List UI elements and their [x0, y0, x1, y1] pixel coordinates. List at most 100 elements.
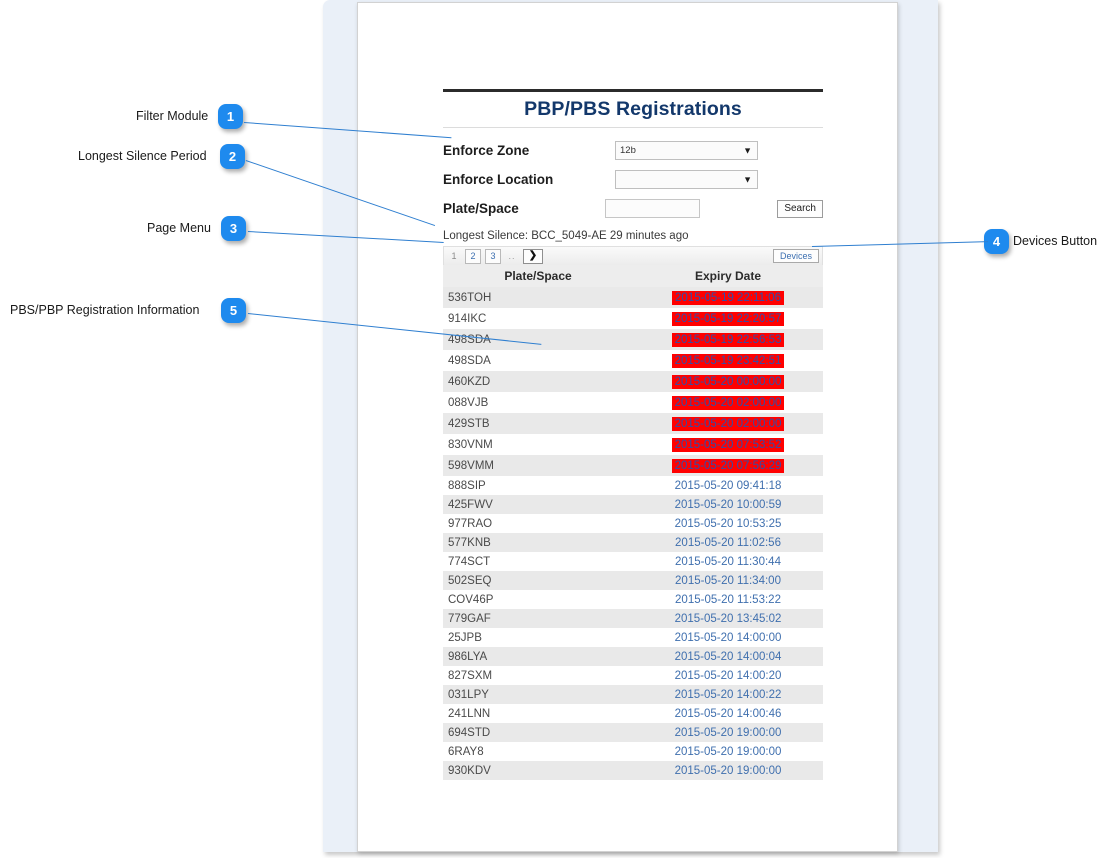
- page-content: PBP/PBS Registrations Enforce Zone 12b ▼…: [443, 89, 823, 780]
- column-header-expiry-date[interactable]: Expiry Date: [633, 265, 823, 287]
- cell-expiry-date: 2015-05-20 19:00:00: [633, 761, 823, 780]
- cell-expiry-date: 2015-05-19 22:20:57: [633, 308, 823, 329]
- chevron-down-icon: ▼: [743, 174, 752, 184]
- table-row[interactable]: 977RAO 2015-05-20 10:53:25: [443, 514, 823, 533]
- cell-expiry-date: 2015-05-19 22:11:06: [633, 287, 823, 308]
- cell-plate-space: 502SEQ: [443, 571, 633, 590]
- enforce-location-label: Enforce Location: [443, 172, 554, 187]
- table-row[interactable]: 241LNN 2015-05-20 14:00:46: [443, 704, 823, 723]
- enforce-zone-value: 12b: [620, 145, 636, 156]
- annotation-badge-3: 3: [221, 216, 246, 241]
- cell-expiry-date: 2015-05-20 19:00:00: [633, 723, 823, 742]
- cell-expiry-date: 2015-05-20 07:56:29: [633, 455, 823, 476]
- expired-highlight: 2015-05-20 07:56:29: [671, 458, 785, 473]
- table-row[interactable]: 774SCT 2015-05-20 11:30:44: [443, 552, 823, 571]
- table-row[interactable]: 425FWV 2015-05-20 10:00:59: [443, 495, 823, 514]
- cell-plate-space: 498SDA: [443, 329, 633, 350]
- table-row[interactable]: 694STD 2015-05-20 19:00:00: [443, 723, 823, 742]
- cell-plate-space: 694STD: [443, 723, 633, 742]
- cell-expiry-date: 2015-05-20 13:45:02: [633, 609, 823, 628]
- enforce-zone-select[interactable]: 12b ▼: [615, 141, 758, 160]
- cell-plate-space: 577KNB: [443, 533, 633, 552]
- devices-button[interactable]: Devices: [772, 249, 819, 263]
- enforce-zone-label: Enforce Zone: [443, 143, 530, 158]
- table-row[interactable]: 888SIP 2015-05-20 09:41:18: [443, 476, 823, 495]
- table-row[interactable]: 460KZD 2015-05-20 00:00:00: [443, 371, 823, 392]
- cell-plate-space: 986LYA: [443, 647, 633, 666]
- cell-expiry-date: 2015-05-20 19:00:00: [633, 742, 823, 761]
- table-row[interactable]: 779GAF 2015-05-20 13:45:02: [443, 609, 823, 628]
- page-button-1[interactable]: 1: [447, 250, 461, 263]
- table-row[interactable]: 498SDA 2015-05-19 23:42:51: [443, 350, 823, 371]
- cell-plate-space: 598VMM: [443, 455, 633, 476]
- page-title: PBP/PBS Registrations: [524, 98, 742, 120]
- plate-space-input[interactable]: [605, 199, 701, 218]
- annotation-badge-2: 2: [220, 144, 245, 169]
- page-menu: 1 2 3 .. ❯ Devices: [443, 246, 823, 265]
- cell-expiry-date: 2015-05-20 09:41:18: [633, 476, 823, 495]
- chevron-down-icon: ▼: [743, 145, 752, 155]
- title-rule-bottom: [443, 127, 823, 128]
- table-row[interactable]: COV46P 2015-05-20 11:53:22: [443, 590, 823, 609]
- cell-expiry-date: 2015-05-20 11:53:22: [633, 590, 823, 609]
- cell-plate-space: 25JPB: [443, 628, 633, 647]
- cell-plate-space: 498SDA: [443, 350, 633, 371]
- cell-plate-space: 914IKC: [443, 308, 633, 329]
- table-row[interactable]: 827SXM 2015-05-20 14:00:20: [443, 666, 823, 685]
- cell-plate-space: 779GAF: [443, 609, 633, 628]
- table-row[interactable]: 986LYA 2015-05-20 14:00:04: [443, 647, 823, 666]
- cell-expiry-date: 2015-05-20 10:00:59: [633, 495, 823, 514]
- table-row[interactable]: 577KNB 2015-05-20 11:02:56: [443, 533, 823, 552]
- annotation-label-4: Devices Button: [1013, 234, 1098, 248]
- cell-plate-space: 088VJB: [443, 392, 633, 413]
- table-row[interactable]: 031LPY 2015-05-20 14:00:22: [443, 685, 823, 704]
- cell-expiry-date: 2015-05-20 02:00:00: [633, 413, 823, 434]
- cell-expiry-date: 2015-05-20 11:02:56: [633, 533, 823, 552]
- table-row[interactable]: 914IKC 2015-05-19 22:20:57: [443, 308, 823, 329]
- annotation-badge-1: 1: [218, 104, 243, 129]
- cell-plate-space: 6RAY8: [443, 742, 633, 761]
- table-row[interactable]: 6RAY8 2015-05-20 19:00:00: [443, 742, 823, 761]
- table-row[interactable]: 502SEQ 2015-05-20 11:34:00: [443, 571, 823, 590]
- page-button-2[interactable]: 2: [465, 248, 481, 264]
- expired-highlight: 2015-05-19 23:42:51: [671, 353, 785, 368]
- search-button[interactable]: Search: [777, 199, 823, 218]
- cell-plate-space: 827SXM: [443, 666, 633, 685]
- annotation-badge-5: 5: [221, 298, 246, 323]
- expired-highlight: 2015-05-20 00:00:00: [671, 374, 785, 389]
- cell-plate-space: 241LNN: [443, 704, 633, 723]
- table-body: 536TOH 2015-05-19 22:11:06 914IKC 2015-05-1…: [443, 287, 823, 780]
- expired-highlight: 2015-05-19 22:56:53: [671, 332, 785, 347]
- cell-plate-space: 830VNM: [443, 434, 633, 455]
- table-row[interactable]: 930KDV 2015-05-20 19:00:00: [443, 761, 823, 780]
- cell-plate-space: COV46P: [443, 590, 633, 609]
- cell-expiry-date: 2015-05-20 14:00:46: [633, 704, 823, 723]
- expired-highlight: 2015-05-19 22:20:57: [671, 311, 785, 326]
- page-button-3[interactable]: 3: [485, 248, 501, 264]
- registration-table: Plate/Space Expiry Date 536TOH 2015-05-19…: [443, 265, 823, 780]
- table-row[interactable]: 25JPB 2015-05-20 14:00:00: [443, 628, 823, 647]
- cell-expiry-date: 2015-05-20 14:00:00: [633, 628, 823, 647]
- cell-expiry-date: 2015-05-20 14:00:04: [633, 647, 823, 666]
- enforce-location-select[interactable]: ▼: [615, 170, 758, 189]
- table-row[interactable]: 830VNM 2015-05-20 07:53:52: [443, 434, 823, 455]
- screenshot-canvas: PBP/PBS Registrations Enforce Zone 12b ▼…: [0, 0, 1117, 858]
- filter-module: Enforce Zone 12b ▼ Enforce Location ▼ Pl…: [443, 138, 823, 221]
- cell-plate-space: 425FWV: [443, 495, 633, 514]
- chevron-right-icon[interactable]: ❯: [523, 248, 543, 264]
- longest-silence-period: Longest Silence: BCC_5049-AE 29 minutes …: [443, 230, 689, 242]
- expired-highlight: 2015-05-19 22:11:06: [672, 290, 784, 305]
- table-row[interactable]: 088VJB 2015-05-20 02:00:00: [443, 392, 823, 413]
- table-row[interactable]: 598VMM 2015-05-20 07:56:29: [443, 455, 823, 476]
- table-row[interactable]: 536TOH 2015-05-19 22:11:06: [443, 287, 823, 308]
- filter-row-enforce-location: Enforce Location ▼: [443, 167, 823, 192]
- table-header-row: Plate/Space Expiry Date: [443, 265, 823, 287]
- column-header-plate-space[interactable]: Plate/Space: [443, 265, 633, 287]
- cell-expiry-date: 2015-05-20 11:30:44: [633, 552, 823, 571]
- cell-expiry-date: 2015-05-20 14:00:22: [633, 685, 823, 704]
- cell-expiry-date: 2015-05-20 14:00:20: [633, 666, 823, 685]
- cell-expiry-date: 2015-05-20 11:34:00: [633, 571, 823, 590]
- table-row[interactable]: 429STB 2015-05-20 02:00:00: [443, 413, 823, 434]
- pagination: 1 2 3 .. ❯: [447, 248, 543, 264]
- cell-plate-space: 429STB: [443, 413, 633, 434]
